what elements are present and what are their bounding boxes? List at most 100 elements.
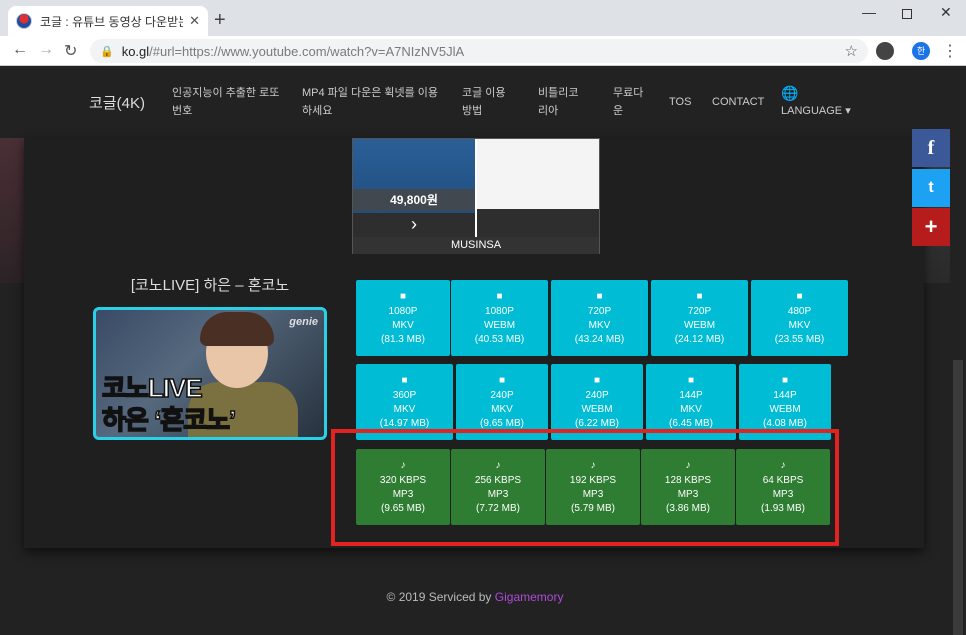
more-share-button[interactable]: + (912, 208, 950, 246)
video-camera-icon: ■ (593, 374, 601, 386)
ad-caption-area (477, 209, 599, 237)
video-camera-icon: ■ (781, 374, 789, 386)
back-icon[interactable]: ← (12, 41, 28, 59)
button-format: WEBM (483, 319, 516, 331)
browser-tab[interactable]: 코글 : 유튜브 동영상 다운받는법 ✕ (8, 6, 208, 36)
extension-incognito-icon[interactable] (876, 42, 894, 60)
thumb-figure-hair (200, 312, 274, 346)
nav-item-howto[interactable]: 코글 이용 방법 (462, 84, 506, 120)
button-format: WEBM (769, 403, 801, 415)
footer-text: © 2019 Serviced by (386, 590, 495, 604)
button-size: (24.12 MB) (674, 333, 725, 345)
button-quality: 720P (587, 305, 612, 317)
nav-item-lotto[interactable]: 인공지능이 추출한 로또 번호 (172, 84, 279, 120)
address-bar: ← → ↻ 🔒 ko.gl/#url=https://www.youtube.c… (0, 36, 966, 66)
button-format: MKV (393, 403, 416, 415)
twitter-share-button[interactable]: t (912, 169, 950, 207)
nav-item-contact[interactable]: CONTACT (712, 93, 764, 111)
button-quality: 144P (679, 389, 703, 401)
button-format: MKV (588, 319, 611, 331)
genie-logo: genie (289, 316, 318, 328)
nav-item-label: CONTACT (712, 96, 765, 108)
caret-down-icon: ▾ (845, 105, 851, 117)
ad-banner[interactable]: 49,800원 › MUSINSA (352, 138, 600, 254)
button-format: WEBM (683, 319, 716, 331)
globe-icon: 🌐 (781, 85, 799, 101)
footer-link[interactable]: Gigamemory (495, 590, 564, 604)
video-thumbnail[interactable]: genie 코노LIVE 하은 ‘혼코노’ (93, 307, 327, 440)
nav-item-label: 인공지능이 추출한 로또 (172, 87, 280, 99)
video-camera-icon: ■ (401, 374, 408, 386)
language-dropdown[interactable]: 🌐 LANGUAGE ▾ (781, 84, 851, 120)
button-format: MKV (392, 319, 414, 331)
video-camera-icon: ■ (399, 290, 407, 302)
nav-item-label: 비틀리코 (538, 87, 579, 99)
forward-icon[interactable]: → (38, 41, 54, 59)
download-video-button[interactable]: ■ 720P MKV (43.24 MB) (551, 280, 648, 356)
button-quality: 360P (392, 389, 417, 401)
button-quality: 720P (687, 305, 712, 317)
button-size: (81.3 MB) (381, 333, 425, 345)
video-camera-icon: ■ (696, 290, 703, 302)
button-quality: 144P (773, 389, 797, 401)
nav-item-label: 번호 (172, 105, 193, 117)
ad-brand: MUSINSA (353, 237, 599, 254)
language-label: LANGUAGE (781, 105, 843, 117)
nav-item-label: 방법 (462, 105, 483, 117)
button-quality: 240P (585, 389, 609, 401)
ad-product-image-2 (477, 139, 599, 209)
side-banner-left (0, 138, 24, 283)
download-video-button[interactable]: ■ 720P WEBM (24.12 MB) (651, 280, 748, 356)
menu-icon[interactable]: ⋮ (942, 41, 958, 61)
button-format: MKV (491, 403, 513, 415)
url-path: /#url=https://www.youtube.com/watch?v=A7… (149, 43, 465, 59)
video-title: [코노LIVE] 하은 – 혼코노 (130, 277, 290, 294)
site-navbar: 코글(4K) 인공지능이 추출한 로또 번호 MP4 파일 다운은 휙넷를 이용… (0, 66, 966, 138)
video-camera-icon: ■ (687, 374, 695, 386)
nav-item-mp4[interactable]: MP4 파일 다운은 휙넷를 이용 하세요 (302, 84, 438, 120)
nav-item-label: MP4 파일 다운은 휙넷를 이용 (302, 87, 439, 99)
favicon-icon (16, 13, 32, 29)
nav-item-tos[interactable]: TOS (669, 93, 691, 111)
bookmark-star-icon[interactable]: ☆ (845, 42, 858, 60)
nav-item-label: 운 (613, 105, 624, 117)
site-brand[interactable]: 코글(4K) (89, 92, 145, 113)
highlight-box (331, 429, 839, 546)
new-tab-icon[interactable]: + (214, 9, 226, 32)
ad-price: 49,800원 (353, 189, 475, 211)
nav-item-label: TOS (669, 96, 692, 108)
button-format: MKV (788, 319, 811, 331)
scrollbar-thumb[interactable] (953, 360, 963, 635)
button-format: WEBM (581, 403, 613, 415)
video-camera-icon: ■ (596, 290, 603, 302)
video-camera-icon: ■ (496, 290, 503, 302)
download-video-button[interactable]: ■ 1080P WEBM (40.53 MB) (451, 280, 548, 356)
nav-item-label: 리아 (538, 105, 559, 117)
button-quality: 1080P (485, 305, 514, 317)
nav-item-free-download[interactable]: 무료다 운 (613, 84, 643, 120)
url-input[interactable]: 🔒 ko.gl/#url=https://www.youtube.com/wat… (90, 39, 868, 63)
close-tab-icon[interactable]: ✕ (189, 13, 200, 29)
nav-item-bitly[interactable]: 비틀리코 리아 (538, 84, 578, 120)
button-format: MKV (680, 403, 702, 415)
minimize-icon[interactable]: — (862, 4, 876, 20)
close-window-icon[interactable]: ✕ (940, 4, 952, 21)
lock-icon: 🔒 (100, 45, 114, 58)
video-camera-icon: ■ (498, 374, 506, 386)
chevron-right-icon[interactable]: › (353, 213, 475, 237)
button-quality: 1080P (388, 305, 418, 317)
download-video-button[interactable]: ■ 480P MKV (23.55 MB) (751, 280, 848, 356)
url-host: ko.gl (121, 43, 150, 59)
reload-icon[interactable]: ↻ (64, 41, 77, 61)
button-quality: 240P (490, 389, 514, 401)
button-size: (23.55 MB) (774, 333, 825, 345)
maximize-icon[interactable] (902, 9, 912, 19)
facebook-share-button[interactable]: f (912, 129, 950, 167)
download-video-button[interactable]: ■ 1080P MKV (81.3 MB) (356, 280, 450, 356)
button-quality: 480P (787, 305, 812, 317)
profile-avatar[interactable]: 한 (912, 42, 930, 60)
browser-tab-bar: 코글 : 유튜브 동영상 다운받는법 ✕ + — ✕ (0, 0, 966, 36)
nav-item-label: 하세요 (302, 105, 333, 117)
site-footer: © 2019 Serviced by Gigamemory (0, 590, 950, 604)
thumb-caption-2: 하은 ‘혼코노’ (101, 404, 237, 436)
